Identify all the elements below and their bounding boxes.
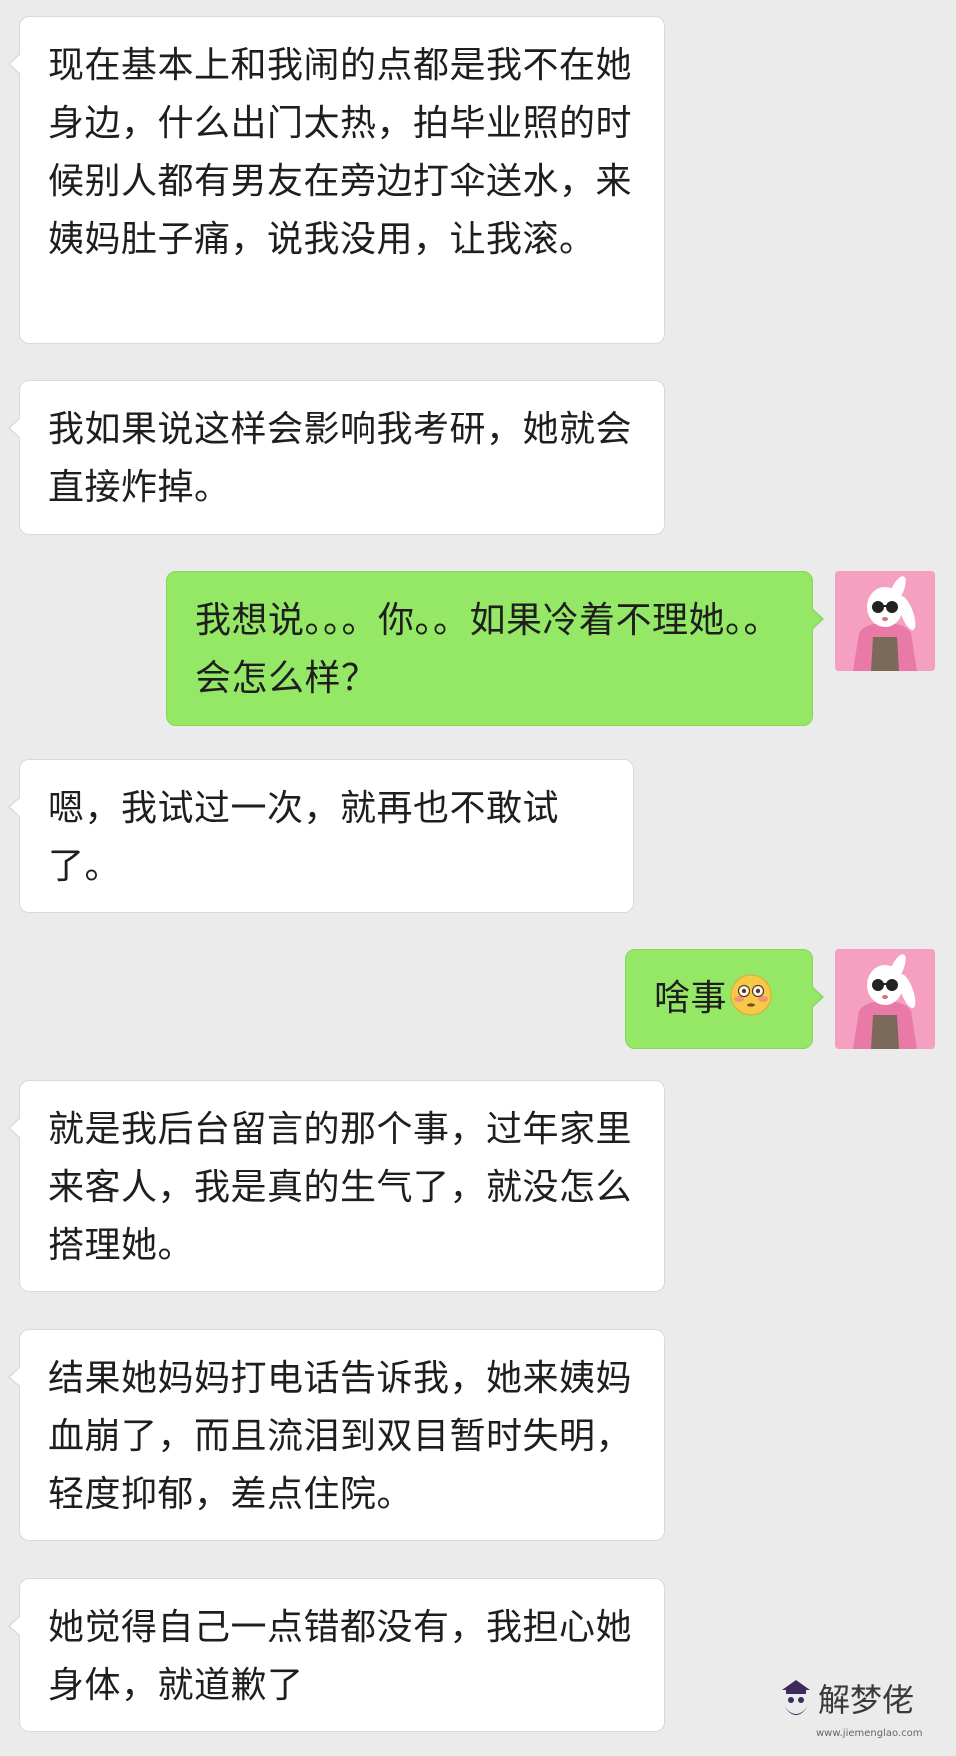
- bunny-avatar-icon: [835, 949, 935, 1049]
- user-avatar[interactable]: [835, 949, 935, 1049]
- watermark: 解梦佬 www.jiemenglao.com: [776, 1676, 946, 1746]
- message-text: 嗯，我试过一次，就再也不敢试了。: [48, 788, 560, 887]
- message-text: 我想说。。。你。。如果冷着不理她。。会怎么样？: [195, 600, 781, 699]
- incoming-message[interactable]: 我如果说这样会影响我考研，她就会直接炸掉。: [8, 380, 665, 535]
- incoming-message[interactable]: 嗯，我试过一次，就再也不敢试了。: [8, 759, 634, 913]
- message-text-content: 啥事: [654, 978, 728, 1019]
- chat-area: 现在基本上和我闹的点都是我不在她身边，什么出门太热，拍毕业照的时候别人都有男友在…: [0, 0, 956, 1756]
- watermark-text: 解梦佬: [818, 1681, 915, 1719]
- incoming-message[interactable]: 结果她妈妈打电话告诉我，她来姨妈血崩了，而且流泪到双目暂时失明，轻度抑郁，差点住…: [8, 1329, 665, 1541]
- outgoing-message[interactable]: 啥事: [625, 949, 824, 1049]
- sage-logo-icon: [782, 1680, 810, 1715]
- incoming-message[interactable]: 她觉得自己一点错都没有，我担心她身体，就道歉了: [8, 1578, 665, 1732]
- incoming-message[interactable]: 就是我后台留言的那个事，过年家里来客人，我是真的生气了，就没怎么搭理她。: [8, 1080, 665, 1292]
- user-avatar[interactable]: [835, 571, 935, 671]
- message-text: 啥事: [654, 970, 784, 1028]
- message-text: 她觉得自己一点错都没有，我担心她身体，就道歉了: [48, 1607, 633, 1706]
- message-text: 我如果说这样会影响我考研，她就会直接炸掉。: [48, 409, 633, 508]
- incoming-message[interactable]: 现在基本上和我闹的点都是我不在她身边，什么出门太热，拍毕业照的时候别人都有男友在…: [8, 16, 665, 344]
- bunny-avatar-icon: [835, 571, 935, 671]
- message-text: 现在基本上和我闹的点都是我不在她身边，什么出门太热，拍毕业照的时候别人都有男友在…: [48, 45, 633, 260]
- outgoing-message[interactable]: 我想说。。。你。。如果冷着不理她。。会怎么样？: [166, 571, 824, 726]
- flushed-face-icon: [730, 974, 772, 1016]
- message-text: 就是我后台留言的那个事，过年家里来客人，我是真的生气了，就没怎么搭理她。: [48, 1109, 633, 1266]
- message-text: 结果她妈妈打电话告诉我，她来姨妈血崩了，而且流泪到双目暂时失明，轻度抑郁，差点住…: [48, 1358, 633, 1515]
- watermark-url: www.jiemenglao.com: [816, 1728, 923, 1739]
